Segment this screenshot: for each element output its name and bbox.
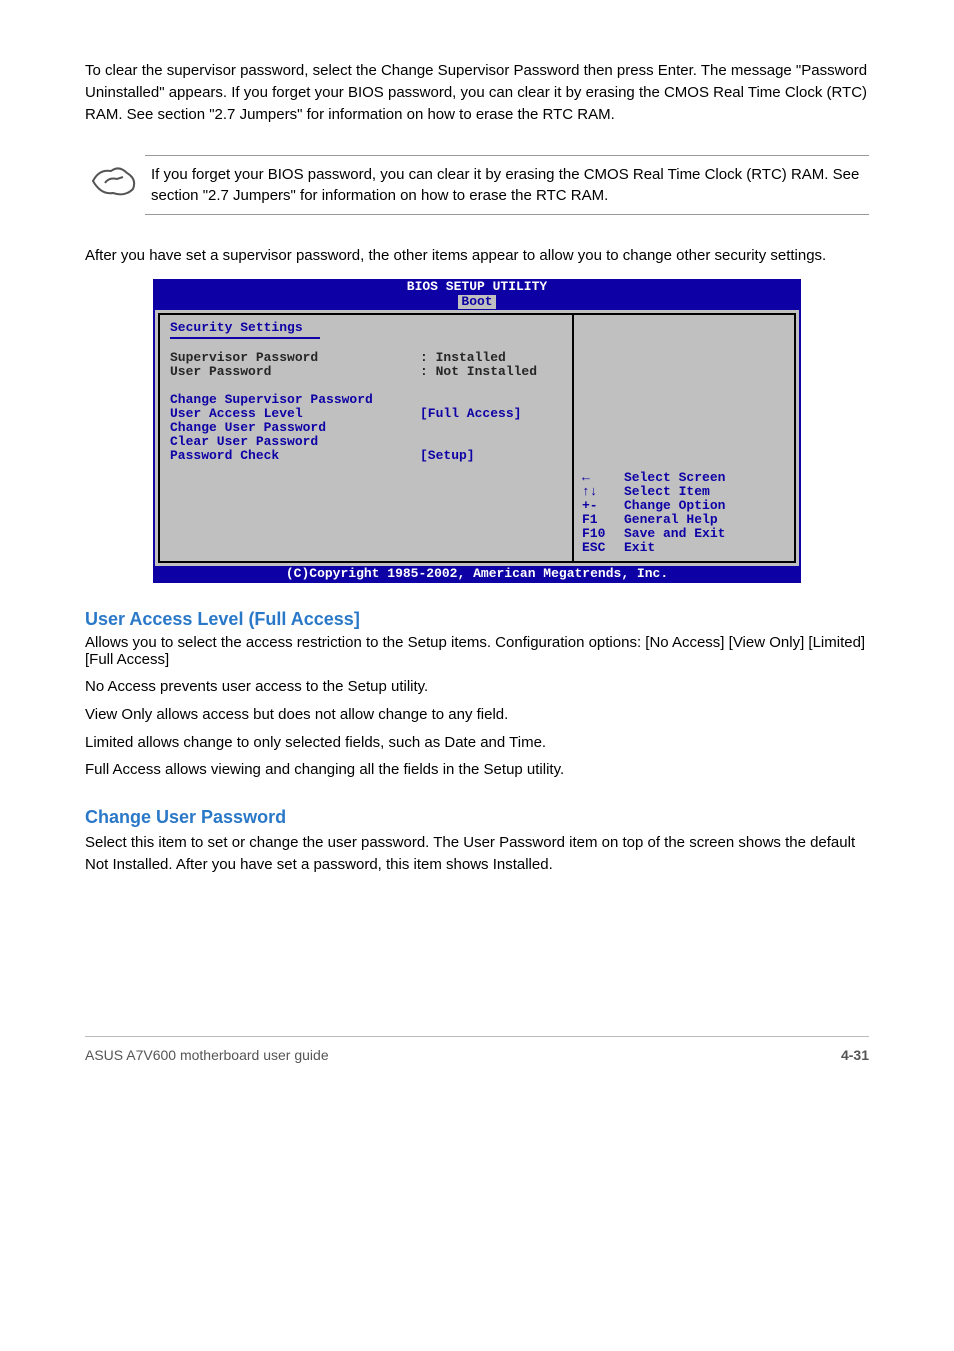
help-general-help: General Help [624,513,718,527]
section-cup-desc: Select this item to set or change the us… [85,832,869,876]
bios-row-clruser[interactable]: Clear User Password [170,435,562,449]
ual-fullaccess: Full Access allows viewing and changing … [85,759,869,781]
bios-chguser-label[interactable]: Change User Password [170,421,420,435]
f10-key-icon: F10 [582,527,624,541]
bios-clruser-label[interactable]: Clear User Password [170,435,420,449]
note-hand-icon [85,155,145,204]
help-exit: Exit [624,541,655,555]
bios-suppwd-label: Supervisor Password [170,351,420,365]
bios-userpwd-label: User Password [170,365,420,379]
bios-row-pc[interactable]: Password Check [Setup] [170,449,562,463]
bios-tab-boot[interactable]: Boot [458,295,495,309]
help-change-option: Change Option [624,499,725,513]
section-ual-title: User Access Level (Full Access] [85,609,869,630]
page-footer: ASUS A7V600 motherboard user guide 4-31 [85,1036,869,1063]
bios-copyright: (C)Copyright 1985-2002, American Megatre… [153,566,801,583]
help-row-change: +-Change Option [582,499,786,513]
note-text: If you forget your BIOS password, you ca… [145,155,869,215]
help-row-esc: ESCExit [582,541,786,555]
section-ual-desc: Allows you to select the access restrict… [85,634,869,668]
help-row-screen: ←Select Screen [582,471,786,485]
bios-tab-row: Boot [153,295,801,310]
bios-section-heading: Security Settings [170,321,562,335]
bios-row-userpwd: User Password : Not Installed [170,365,562,379]
help-select-item: Select Item [624,485,710,499]
after-note-p: After you have set a supervisor password… [85,245,869,267]
bios-chgsup-label[interactable]: Change Supervisor Password [170,393,420,407]
bios-ual-val[interactable]: [Full Access] [420,407,521,421]
footer-left: ASUS A7V600 motherboard user guide [85,1047,329,1063]
bios-pc-val[interactable]: [Setup] [420,449,475,463]
ual-limited: Limited allows change to only selected f… [85,732,869,754]
after-note-paragraph: After you have set a supervisor password… [85,245,869,267]
bios-row-ual[interactable]: User Access Level [Full Access] [170,407,562,421]
bios-right-panel: ←Select Screen ↑↓Select Item +-Change Op… [574,313,796,563]
section-cup-title: Change User Password [85,807,869,828]
bios-help-block: ←Select Screen ↑↓Select Item +-Change Op… [582,471,786,555]
bios-screenshot: BIOS SETUP UTILITY Boot Security Setting… [153,279,801,583]
arrow-updown-icon: ↑↓ [582,485,624,499]
help-row-item: ↑↓Select Item [582,485,786,499]
plus-minus-icon: +- [582,499,624,513]
bios-row-suppwd: Supervisor Password : Installed [170,351,562,365]
bios-left-panel: Security Settings Supervisor Password : … [158,313,574,563]
bios-title: BIOS SETUP UTILITY [153,279,801,295]
bios-row-chgsup[interactable]: Change Supervisor Password [170,393,562,407]
note-block: If you forget your BIOS password, you ca… [85,155,869,215]
ual-viewonly: View Only allows access but does not all… [85,704,869,726]
bios-suppwd-val: : Installed [420,351,506,365]
help-select-screen: Select Screen [624,471,725,485]
intro-paragraph: To clear the supervisor password, select… [85,60,869,125]
esc-key-icon: ESC [582,541,624,555]
ual-noaccess: No Access prevents user access to the Se… [85,676,869,698]
footer-page-number: 4-31 [841,1047,869,1063]
help-row-f10: F10Save and Exit [582,527,786,541]
intro-p1: To clear the supervisor password, select… [85,60,869,125]
bios-userpwd-val: : Not Installed [420,365,537,379]
bios-ual-label[interactable]: User Access Level [170,407,420,421]
help-save-exit: Save and Exit [624,527,725,541]
bios-row-chguser[interactable]: Change User Password [170,421,562,435]
bios-pc-label[interactable]: Password Check [170,449,420,463]
f1-key-icon: F1 [582,513,624,527]
arrow-left-icon: ← [582,471,624,485]
help-row-f1: F1General Help [582,513,786,527]
